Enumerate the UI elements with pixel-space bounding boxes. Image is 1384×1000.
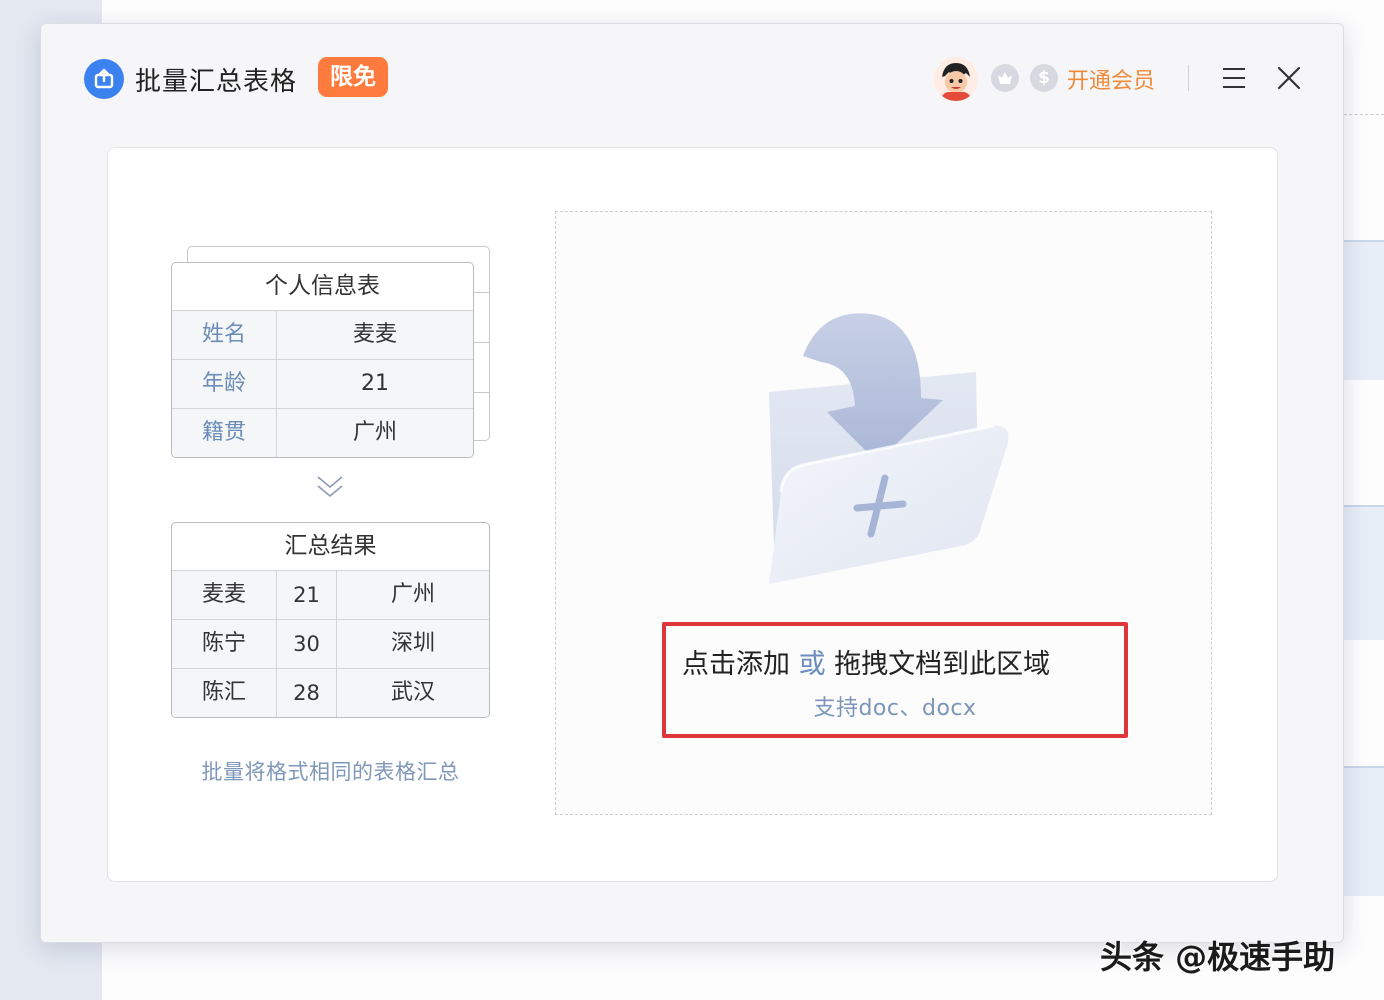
watermark: 头条 @极速手助 — [1100, 938, 1336, 976]
background-divider — [1344, 114, 1384, 115]
crown-icon[interactable] — [991, 64, 1019, 92]
table-row: 姓名 麦麦 — [172, 311, 473, 360]
table-row: 陈宁 30 深圳 — [172, 620, 489, 669]
table-cell: 武汉 — [390, 680, 435, 705]
source-table-example: 个人信息表 姓名 麦麦 年龄 21 籍贯 广州 — [171, 262, 474, 458]
close-button[interactable] — [1275, 64, 1303, 92]
drag-hint: 拖拽文档到此区域 — [834, 649, 1051, 680]
table-row: 陈汇 28 武汉 — [172, 669, 489, 717]
table-cell: 21 — [277, 360, 473, 408]
content-panel: 个人信息表 姓名 麦麦 年龄 21 籍贯 广州 汇总结果 麦麦 21 广州 陈宁… — [107, 147, 1278, 882]
background-stripe — [1344, 240, 1384, 380]
table-cell: 籍贯 — [172, 409, 277, 457]
supported-formats: 支持doc、docx — [813, 696, 977, 721]
batch-merge-dialog: 批量汇总表格 限免 $ 开通会员 个人信息表 姓名 麦麦 年龄 21 籍贯 广州… — [40, 23, 1344, 943]
drop-hint-text: 点击添加 或 拖拽文档到此区域 — [682, 642, 1050, 681]
table-cell: 28 — [277, 669, 337, 717]
table-cell: 21 — [277, 571, 337, 619]
title-bar: 批量汇总表格 限免 $ 开通会员 — [41, 24, 1343, 132]
app-upload-icon — [84, 59, 124, 99]
result-table-title: 汇总结果 — [172, 523, 489, 571]
dialog-title: 批量汇总表格 — [135, 67, 298, 97]
table-cell: 姓名 — [172, 311, 277, 359]
titlebar-divider — [1188, 65, 1189, 91]
background-stripe — [1344, 766, 1384, 896]
menu-icon — [1223, 86, 1245, 88]
hint-or: 或 — [798, 649, 826, 680]
table-cell: 30 — [277, 620, 337, 668]
folder-upload-icon — [761, 308, 1021, 598]
table-row: 年龄 21 — [172, 360, 473, 409]
result-table-example: 汇总结果 麦麦 21 广州 陈宁 30 深圳 陈汇 28 武汉 — [171, 522, 490, 718]
file-drop-zone[interactable]: 点击添加 或 拖拽文档到此区域 支持doc、docx — [555, 211, 1212, 815]
table-row: 籍贯 广州 — [172, 409, 473, 457]
click-add-link[interactable]: 点击添加 — [682, 649, 790, 680]
demo-caption: 批量将格式相同的表格汇总 — [201, 760, 460, 784]
coin-icon[interactable]: $ — [1030, 64, 1058, 92]
table-cell: 广州 — [390, 582, 435, 607]
source-table-title: 个人信息表 — [172, 263, 473, 311]
background-stripe — [1344, 505, 1384, 640]
double-chevron-down-icon — [316, 474, 344, 500]
menu-button[interactable] — [1221, 66, 1249, 92]
table-cell: 深圳 — [390, 631, 435, 656]
table-cell: 陈宁 — [172, 620, 277, 668]
table-cell: 广州 — [277, 409, 473, 457]
table-row: 麦麦 21 广州 — [172, 571, 489, 620]
table-cell: 麦麦 — [277, 311, 473, 359]
open-vip-link[interactable]: 开通会员 — [1067, 63, 1155, 95]
free-badge: 限免 — [318, 57, 388, 97]
user-avatar[interactable] — [934, 57, 978, 101]
close-icon — [1277, 66, 1301, 90]
table-cell: 年龄 — [172, 360, 277, 408]
drop-hint-highlight: 点击添加 或 拖拽文档到此区域 支持doc、docx — [662, 622, 1128, 738]
menu-icon — [1223, 68, 1245, 70]
table-cell: 陈汇 — [172, 669, 277, 717]
menu-icon — [1223, 77, 1245, 79]
table-cell: 麦麦 — [172, 571, 277, 619]
